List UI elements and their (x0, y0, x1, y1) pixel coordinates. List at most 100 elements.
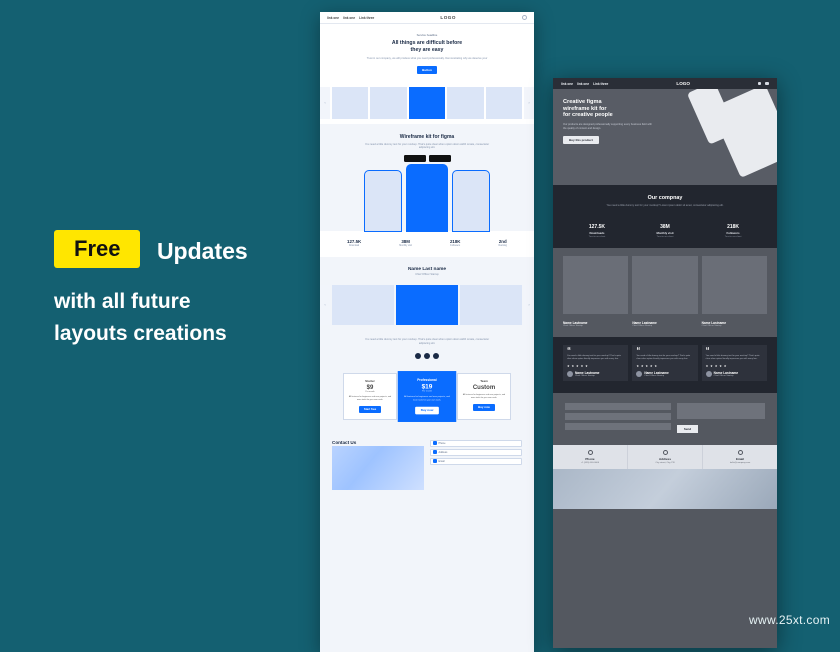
dark-hero-sub: Our products are designed professionally… (563, 123, 653, 130)
send-button[interactable]: Send (677, 425, 698, 433)
carousel-slide[interactable] (447, 87, 483, 119)
form-right: Send (677, 403, 765, 433)
carousel-next-icon[interactable]: › (524, 285, 534, 325)
stat-item: 38MMonthly visit (399, 239, 412, 247)
watermark: www.25xt.com (749, 613, 830, 627)
contact-row: Address (430, 449, 522, 456)
company-title: Our compnay (577, 195, 753, 201)
carousel-slide[interactable] (486, 87, 522, 119)
team-name: Name LastnameChief Officer Startup (632, 321, 697, 327)
phone-icon (588, 450, 593, 455)
company-sub: You need a little dummy text for your mo… (577, 204, 753, 208)
promo-sub-line1: with all future (54, 286, 248, 318)
stat-item: 218KFollowersTrust in our client (725, 224, 742, 238)
pricing-row: Starter $9 Per month All features for be… (320, 359, 534, 430)
phone-mockups (320, 170, 534, 232)
pricing-card-professional[interactable]: Professional $19 Per month All features … (398, 371, 456, 421)
light-mockup: link one link one Link three LOGO Servic… (320, 12, 534, 652)
email-icon (738, 450, 743, 455)
nav-link[interactable]: Link three (359, 16, 374, 20)
avatar (567, 371, 573, 377)
hero-cta-button[interactable]: Button (417, 66, 437, 74)
testimonials: “ You need a little dummy text for your … (553, 337, 777, 394)
pricing-cta[interactable]: Buy now (473, 404, 495, 411)
stat-item: 127.5KDownload (347, 239, 361, 247)
contact-form: Send (553, 393, 777, 445)
stars-icon: ★ ★ ★ ★ ★ (706, 364, 763, 368)
light-stats: 127.5KDownload 38MMonthly visit 218KFoll… (320, 231, 534, 257)
phone-mockup-center (406, 164, 448, 232)
app-store-badges (320, 155, 534, 162)
nav-link[interactable]: link one (561, 82, 573, 86)
team-card[interactable] (632, 256, 697, 314)
light-card-carousel: ‹ › (320, 280, 534, 330)
form-input[interactable] (565, 423, 671, 430)
menu-icon[interactable] (765, 82, 769, 86)
phone-mockup (452, 170, 490, 232)
pricing-cta[interactable]: Buy now (415, 406, 438, 414)
team-card[interactable] (563, 256, 628, 314)
form-fields (565, 403, 671, 433)
form-textarea[interactable] (677, 403, 765, 419)
contact-map[interactable] (332, 446, 424, 490)
card-item[interactable] (332, 285, 394, 325)
form-input[interactable] (565, 403, 671, 410)
nav-link[interactable]: link one (327, 16, 339, 20)
light-nav: link one link one Link three LOGO (320, 12, 534, 24)
carousel-slide[interactable] (332, 87, 368, 119)
stat-item: 127.5KDownloadsTrust in our client (589, 224, 606, 238)
carousel-next-icon[interactable]: › (524, 87, 534, 119)
pricing-cta[interactable]: Start free (359, 406, 381, 413)
dark-map[interactable] (553, 469, 777, 509)
hero-kicker: Service headline (350, 33, 504, 37)
light-carousel: ‹ › (320, 82, 534, 124)
nav-link[interactable]: Link three (593, 82, 608, 86)
dark-nav-links: link one link one Link three (561, 82, 608, 86)
nav-icons (758, 82, 769, 86)
dark-stats: 127.5KDownloadsTrust in our client 38MMo… (553, 216, 777, 248)
pricing-card-starter[interactable]: Starter $9 Per month All features for be… (343, 373, 397, 420)
person-role: Chief Officer Startup (320, 273, 534, 276)
team-names: Name LastnameChief Officer Startup Name … (553, 318, 777, 337)
form-input[interactable] (565, 413, 671, 420)
light-nav-links: link one link one Link three (327, 16, 374, 20)
dark-mockup: link one link one Link three LOGO Creati… (553, 78, 777, 648)
card-item-active[interactable] (396, 285, 458, 325)
google-play-badge[interactable] (429, 155, 451, 162)
carousel-slide[interactable] (370, 87, 406, 119)
pricing-card-team[interactable]: Team Custom All features for beginners a… (457, 373, 511, 420)
contact-row: Email (430, 458, 522, 465)
quote-icon: “ (706, 349, 763, 354)
app-store-badge[interactable] (404, 155, 426, 162)
stars-icon: ★ ★ ★ ★ ★ (567, 364, 624, 368)
testimonial-card: “ You need a little dummy text for your … (632, 345, 697, 382)
promo-headline: Updates (157, 238, 248, 265)
contact-info: Phone Address Email (430, 440, 522, 490)
nav-link[interactable]: link one (343, 16, 355, 20)
wireframe-title: Wireframe kit for figma (320, 124, 534, 143)
promo-sub-line2: layouts creations (54, 318, 248, 350)
dark-hero-cta[interactable]: Buy this product (563, 136, 599, 144)
contact-col: Phone+1 (555) 000-0000 (553, 445, 628, 469)
carousel-slide-active[interactable] (409, 87, 445, 119)
card-item[interactable] (460, 285, 522, 325)
contact-section: Contact Us Phone Address Email (320, 430, 534, 500)
avatar (706, 371, 712, 377)
team-card[interactable] (702, 256, 767, 314)
phone-mockup (364, 170, 402, 232)
phone-icon (433, 441, 437, 445)
dark-hero-title: Creative figma wireframe kit for for cre… (563, 99, 653, 119)
stat-item: 218KFollowers (450, 239, 461, 247)
wireframe-sub: You need a little dummy text for your mo… (320, 143, 534, 150)
email-icon (433, 459, 437, 463)
quote-icon: “ (636, 349, 693, 354)
person-name: Name Last name (320, 267, 534, 272)
contact-col: AddressCity street, City, PN (628, 445, 703, 469)
search-icon[interactable] (758, 82, 762, 86)
hero-title: All things are difficult before they are… (350, 40, 504, 53)
nav-link[interactable]: link one (577, 82, 589, 86)
search-icon[interactable] (522, 15, 527, 20)
quote-text: You need a little dummy text for your mo… (320, 330, 534, 349)
carousel-prev-icon[interactable]: ‹ (320, 87, 330, 119)
carousel-prev-icon[interactable]: ‹ (320, 285, 330, 325)
